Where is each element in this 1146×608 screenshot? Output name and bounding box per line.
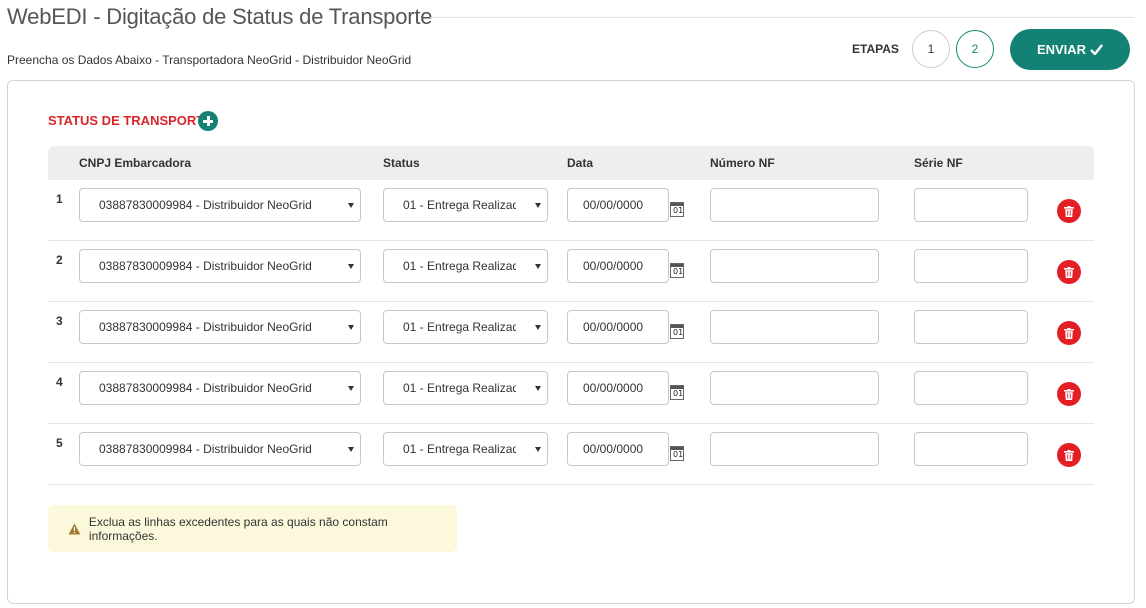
table-row: 5 03887830009984 - Distribuidor NeoGrid … bbox=[48, 424, 1094, 485]
delete-row-button[interactable] bbox=[1057, 443, 1081, 467]
trash-icon bbox=[1064, 388, 1074, 400]
caret-down-icon bbox=[535, 264, 541, 269]
status-select[interactable]: 01 - Entrega Realizada bbox=[383, 249, 548, 283]
delete-row-button[interactable] bbox=[1057, 199, 1081, 223]
cnpj-select[interactable]: 03887830009984 - Distribuidor NeoGrid bbox=[79, 249, 361, 283]
cnpj-select[interactable]: 03887830009984 - Distribuidor NeoGrid bbox=[79, 432, 361, 466]
date-input-value: 00/00/0000 bbox=[583, 198, 644, 212]
status-select[interactable]: 01 - Entrega Realizada bbox=[383, 432, 548, 466]
row-number: 4 bbox=[56, 375, 63, 389]
column-header-nf-series: Série NF bbox=[914, 156, 963, 170]
add-row-button[interactable] bbox=[198, 111, 218, 131]
nf-number-input[interactable] bbox=[710, 432, 879, 466]
cnpj-select[interactable]: 03887830009984 - Distribuidor NeoGrid bbox=[79, 188, 361, 222]
status-select-value: 01 - Entrega Realizada bbox=[403, 442, 516, 456]
nf-number-input[interactable] bbox=[710, 249, 879, 283]
column-header-status: Status bbox=[383, 156, 420, 170]
nf-series-input[interactable] bbox=[914, 188, 1028, 222]
nf-series-input[interactable] bbox=[914, 432, 1028, 466]
step-1-button[interactable]: 1 bbox=[912, 30, 950, 68]
caret-down-icon bbox=[348, 447, 354, 452]
row-number: 1 bbox=[56, 192, 63, 206]
nf-number-input[interactable] bbox=[710, 371, 879, 405]
date-input-value: 00/00/0000 bbox=[583, 381, 644, 395]
nf-number-input[interactable] bbox=[710, 188, 879, 222]
column-header-cnpj: CNPJ Embarcadora bbox=[79, 156, 192, 170]
status-select-value: 01 - Entrega Realizada bbox=[403, 381, 516, 395]
calendar-icon[interactable]: 01 bbox=[670, 446, 684, 461]
column-header-date: Data bbox=[567, 156, 594, 170]
warning-text: Exclua as linhas excedentes para as quai… bbox=[88, 514, 388, 543]
delete-row-button[interactable] bbox=[1057, 321, 1081, 345]
send-button-label: ENVIAR bbox=[1036, 42, 1087, 57]
table-row: 1 03887830009984 - Distribuidor NeoGrid … bbox=[48, 180, 1094, 241]
delete-row-button[interactable] bbox=[1057, 260, 1081, 284]
date-input[interactable]: 00/00/0000 bbox=[567, 188, 669, 222]
row-number: 3 bbox=[56, 314, 63, 328]
nf-number-input[interactable] bbox=[710, 310, 879, 344]
calendar-icon-text: 01 bbox=[673, 267, 684, 276]
caret-down-icon bbox=[348, 325, 354, 330]
cnpj-select-value: 03887830009984 - Distribuidor NeoGrid bbox=[99, 442, 312, 456]
caret-down-icon bbox=[535, 386, 541, 391]
trash-icon bbox=[1064, 266, 1074, 278]
calendar-icon[interactable]: 01 bbox=[670, 263, 684, 278]
date-input-value: 00/00/0000 bbox=[583, 442, 644, 456]
page-subtitle: Preencha os Dados Abaixo - Transportador… bbox=[7, 53, 412, 67]
status-select[interactable]: 01 - Entrega Realizada bbox=[383, 371, 548, 405]
date-input[interactable]: 00/00/0000 bbox=[567, 249, 669, 283]
column-header-nf-number: Número NF bbox=[710, 156, 775, 170]
caret-down-icon bbox=[348, 264, 354, 269]
trash-icon bbox=[1064, 205, 1074, 217]
date-input-value: 00/00/0000 bbox=[583, 320, 644, 334]
row-number: 2 bbox=[56, 253, 63, 267]
status-select-value: 01 - Entrega Realizada bbox=[403, 320, 516, 334]
calendar-icon[interactable]: 01 bbox=[670, 385, 684, 400]
calendar-icon-text: 01 bbox=[673, 206, 684, 215]
cnpj-select[interactable]: 03887830009984 - Distribuidor NeoGrid bbox=[79, 371, 361, 405]
caret-down-icon bbox=[535, 325, 541, 330]
trash-icon bbox=[1064, 327, 1074, 339]
status-select-value: 01 - Entrega Realizada bbox=[403, 198, 516, 212]
cnpj-select-value: 03887830009984 - Distribuidor NeoGrid bbox=[99, 259, 312, 273]
date-input[interactable]: 00/00/0000 bbox=[567, 371, 669, 405]
nf-series-input[interactable] bbox=[914, 310, 1028, 344]
step-2-button[interactable]: 2 bbox=[956, 30, 994, 68]
caret-down-icon bbox=[535, 203, 541, 208]
cnpj-select-value: 03887830009984 - Distribuidor NeoGrid bbox=[99, 381, 312, 395]
caret-down-icon bbox=[348, 203, 354, 208]
calendar-icon-text: 01 bbox=[673, 389, 684, 398]
caret-down-icon bbox=[535, 447, 541, 452]
section-title: STATUS DE TRANSPORTE bbox=[48, 113, 213, 128]
calendar-icon[interactable]: 01 bbox=[670, 202, 684, 217]
nf-series-input[interactable] bbox=[914, 371, 1028, 405]
cnpj-select[interactable]: 03887830009984 - Distribuidor NeoGrid bbox=[79, 310, 361, 344]
calendar-icon-text: 01 bbox=[673, 450, 684, 459]
delete-row-button[interactable] bbox=[1057, 382, 1081, 406]
table-row: 4 03887830009984 - Distribuidor NeoGrid … bbox=[48, 363, 1094, 424]
warning-icon bbox=[68, 523, 81, 534]
status-select[interactable]: 01 - Entrega Realizada bbox=[383, 310, 548, 344]
table-row: 3 03887830009984 - Distribuidor NeoGrid … bbox=[48, 302, 1094, 363]
row-number: 5 bbox=[56, 436, 63, 450]
date-input[interactable]: 00/00/0000 bbox=[567, 310, 669, 344]
date-input[interactable]: 00/00/0000 bbox=[567, 432, 669, 466]
send-button[interactable]: ENVIAR bbox=[1010, 29, 1130, 70]
check-icon bbox=[1090, 44, 1104, 55]
page-title: WebEDI - Digitação de Status de Transpor… bbox=[7, 4, 433, 29]
status-select[interactable]: 01 - Entrega Realizada bbox=[383, 188, 548, 222]
steps-label: ETAPAS bbox=[852, 42, 899, 56]
title-divider bbox=[430, 17, 1134, 18]
table-row: 2 03887830009984 - Distribuidor NeoGrid … bbox=[48, 241, 1094, 302]
trash-icon bbox=[1064, 449, 1074, 461]
status-select-value: 01 - Entrega Realizada bbox=[403, 259, 516, 273]
calendar-icon-text: 01 bbox=[673, 328, 684, 337]
cnpj-select-value: 03887830009984 - Distribuidor NeoGrid bbox=[99, 198, 312, 212]
cnpj-select-value: 03887830009984 - Distribuidor NeoGrid bbox=[99, 320, 312, 334]
warning-alert: Exclua as linhas excedentes para as quai… bbox=[48, 505, 457, 552]
nf-series-input[interactable] bbox=[914, 249, 1028, 283]
date-input-value: 00/00/0000 bbox=[583, 259, 644, 273]
calendar-icon[interactable]: 01 bbox=[670, 324, 684, 339]
caret-down-icon bbox=[348, 386, 354, 391]
